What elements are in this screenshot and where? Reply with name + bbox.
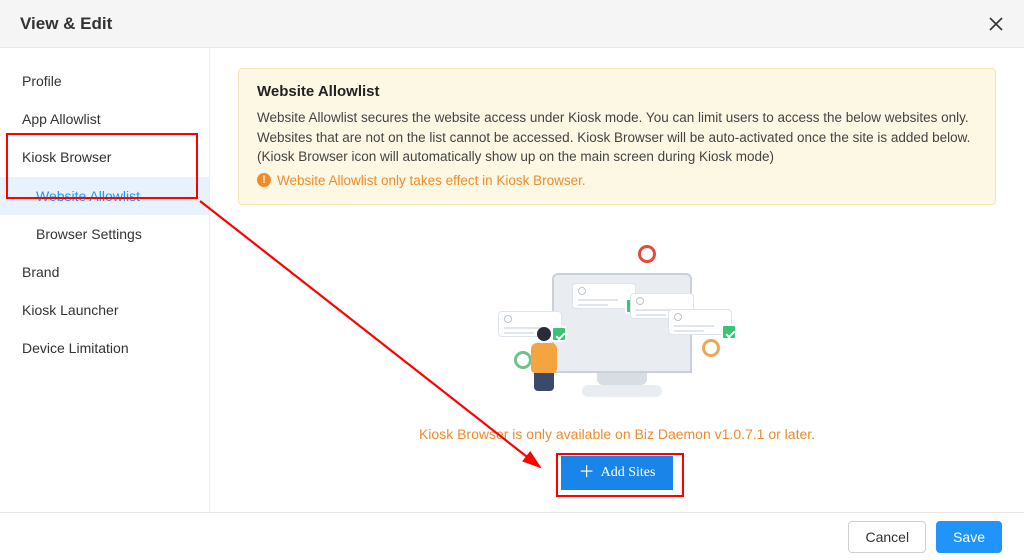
info-banner-warning-text: Website Allowlist only takes effect in K… [277, 173, 586, 188]
info-banner: Website Allowlist Website Allowlist secu… [238, 68, 996, 205]
sidebar-item-browser-settings[interactable]: Browser Settings [0, 215, 209, 253]
info-banner-description: Website Allowlist secures the website ac… [257, 108, 977, 167]
sidebar-item-website-allowlist[interactable]: Website Allowlist [0, 177, 209, 215]
exclamation-icon: ! [257, 173, 271, 187]
add-sites-button-label: Add Sites [601, 465, 656, 481]
sidebar-item-kiosk-browser[interactable]: Kiosk Browser [0, 138, 209, 176]
empty-state-illustration [482, 243, 752, 408]
plus-icon: ＋ [579, 465, 595, 481]
save-button[interactable]: Save [936, 521, 1002, 553]
cancel-button[interactable]: Cancel [848, 521, 926, 553]
info-banner-title: Website Allowlist [257, 83, 977, 100]
dialog-title: View & Edit [20, 14, 112, 34]
close-icon[interactable] [988, 16, 1004, 32]
sidebar-item-device-limitation[interactable]: Device Limitation [0, 329, 209, 367]
info-banner-warning: ! Website Allowlist only takes effect in… [257, 173, 977, 188]
main-panel: Website Allowlist Website Allowlist secu… [210, 48, 1024, 512]
add-sites-button[interactable]: ＋ Add Sites [561, 456, 674, 490]
sidebar: Profile App Allowlist Kiosk Browser Webs… [0, 48, 210, 512]
dialog-footer: Cancel Save [0, 512, 1024, 560]
availability-text: Kiosk Browser is only available on Biz D… [238, 426, 996, 442]
sidebar-item-brand[interactable]: Brand [0, 253, 209, 291]
sidebar-item-app-allowlist[interactable]: App Allowlist [0, 100, 209, 138]
sidebar-item-profile[interactable]: Profile [0, 62, 209, 100]
dialog-header: View & Edit [0, 0, 1024, 48]
sidebar-item-kiosk-launcher[interactable]: Kiosk Launcher [0, 291, 209, 329]
empty-state: Kiosk Browser is only available on Biz D… [238, 243, 996, 490]
